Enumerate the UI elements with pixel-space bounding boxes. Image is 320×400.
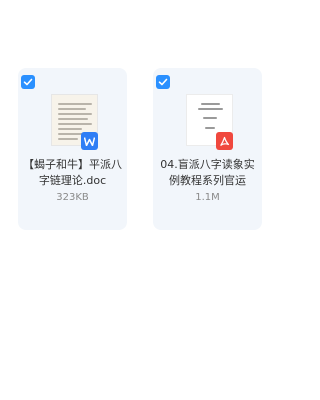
checkbox-selected-icon[interactable] bbox=[156, 75, 170, 89]
word-icon bbox=[81, 132, 98, 150]
file-card-doc[interactable]: 【蝎子和牛】平派八字链理论.doc 323KB bbox=[18, 68, 127, 230]
file-name: 04.盲派八字读象实例教程系列官运 bbox=[160, 158, 255, 187]
file-size: 323KB bbox=[56, 192, 89, 203]
pdf-icon bbox=[216, 132, 233, 150]
file-grid: 【蝎子和牛】平派八字链理论.doc 323KB 04.盲派八字读象实例教程系列官… bbox=[0, 0, 280, 400]
file-name: 【蝎子和牛】平派八字链理论.doc bbox=[23, 158, 122, 187]
file-card-pdf[interactable]: 04.盲派八字读象实例教程系列官运 1.1M bbox=[153, 68, 262, 230]
checkbox-selected-icon[interactable] bbox=[21, 75, 35, 89]
file-size: 1.1M bbox=[195, 192, 220, 203]
